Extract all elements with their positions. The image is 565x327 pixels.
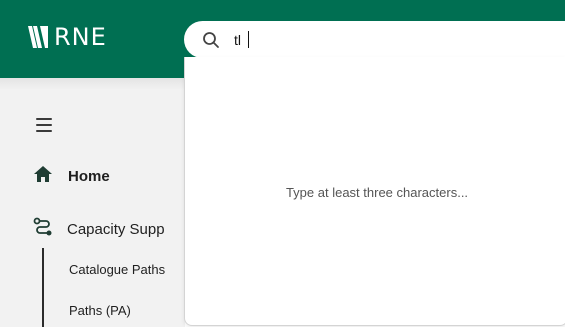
sidebar-subitem-catalogue-paths[interactable]: Catalogue Paths — [69, 262, 165, 277]
rne-stripes-icon — [28, 26, 48, 48]
app-window: RNE Home Capacity Supp Catalogue Paths P… — [0, 0, 565, 327]
sidebar-item-label: Capacity Supp — [67, 220, 165, 238]
sidebar — [0, 78, 185, 327]
home-icon — [33, 165, 53, 188]
sidebar-shadow — [0, 78, 185, 90]
sidebar-item-capacity-supply[interactable]: Capacity Supp — [33, 217, 165, 242]
hamburger-menu-icon[interactable] — [36, 118, 52, 132]
search-input[interactable] — [234, 29, 534, 51]
search-hint: Type at least three characters... — [285, 185, 469, 200]
route-icon — [33, 217, 53, 242]
sidebar-subitem-paths-pa[interactable]: Paths (PA) — [69, 303, 131, 318]
logo[interactable]: RNE — [28, 22, 107, 52]
sidebar-item-label: Home — [68, 167, 110, 185]
search-icon — [202, 31, 220, 49]
search-dropdown: Type at least three characters... — [184, 57, 565, 326]
search-box[interactable] — [184, 21, 565, 58]
sidebar-item-home[interactable]: Home — [33, 165, 110, 187]
tree-line — [42, 248, 44, 327]
logo-text: RNE — [54, 23, 107, 51]
text-caret — [248, 31, 249, 48]
